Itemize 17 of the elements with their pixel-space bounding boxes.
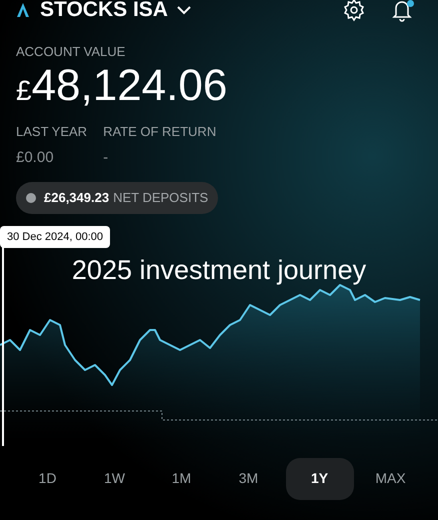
range-tab[interactable]: 1D: [18, 458, 78, 500]
range-tab[interactable]: 3M: [218, 458, 278, 500]
account-value: £48,124.06: [16, 64, 228, 108]
net-deposits-label: NET DEPOSITS: [113, 188, 208, 207]
range-tab[interactable]: 1W: [84, 458, 144, 500]
range-tab[interactable]: 1M: [152, 458, 212, 500]
stat-label: LAST YEAR: [16, 122, 88, 140]
range-tab[interactable]: 1Y: [286, 458, 354, 500]
date-tooltip: 30 Dec 2024, 00:00: [0, 226, 110, 248]
stat-value: -: [103, 148, 110, 168]
chart-caption: 2025 investment journey: [70, 254, 368, 287]
stat-label: RATE OF RETURN: [103, 122, 216, 140]
net-deposits-amount: £26,349.23: [44, 188, 110, 207]
stat-value: £0.00: [16, 148, 55, 168]
range-tab[interactable]: MAX: [360, 458, 420, 500]
account-value-label: ACCOUNT VALUE: [16, 43, 126, 61]
account-title[interactable]: STOCKS ISA: [40, 0, 168, 26]
